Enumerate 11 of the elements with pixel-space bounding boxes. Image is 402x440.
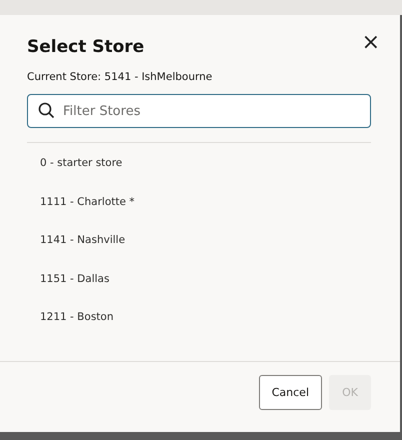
store-item[interactable]: 0 - starter store bbox=[27, 150, 400, 188]
close-button[interactable]: × bbox=[362, 33, 380, 53]
dialog-title: Select Store bbox=[27, 37, 144, 57]
store-item[interactable]: 1141 - Nashville bbox=[27, 227, 400, 266]
cancel-button[interactable]: Cancel bbox=[258, 375, 322, 410]
search-field[interactable]: Filter Stores bbox=[27, 94, 371, 128]
current-store-text: Current Store: 5141 - IshMelbourne bbox=[27, 71, 214, 83]
store-item[interactable]: 1211 - Boston bbox=[27, 304, 400, 342]
search-icon bbox=[38, 102, 55, 119]
store-item[interactable]: 1151 - Dallas bbox=[27, 266, 400, 304]
store-item[interactable]: 1111 - Charlotte * bbox=[27, 188, 400, 227]
